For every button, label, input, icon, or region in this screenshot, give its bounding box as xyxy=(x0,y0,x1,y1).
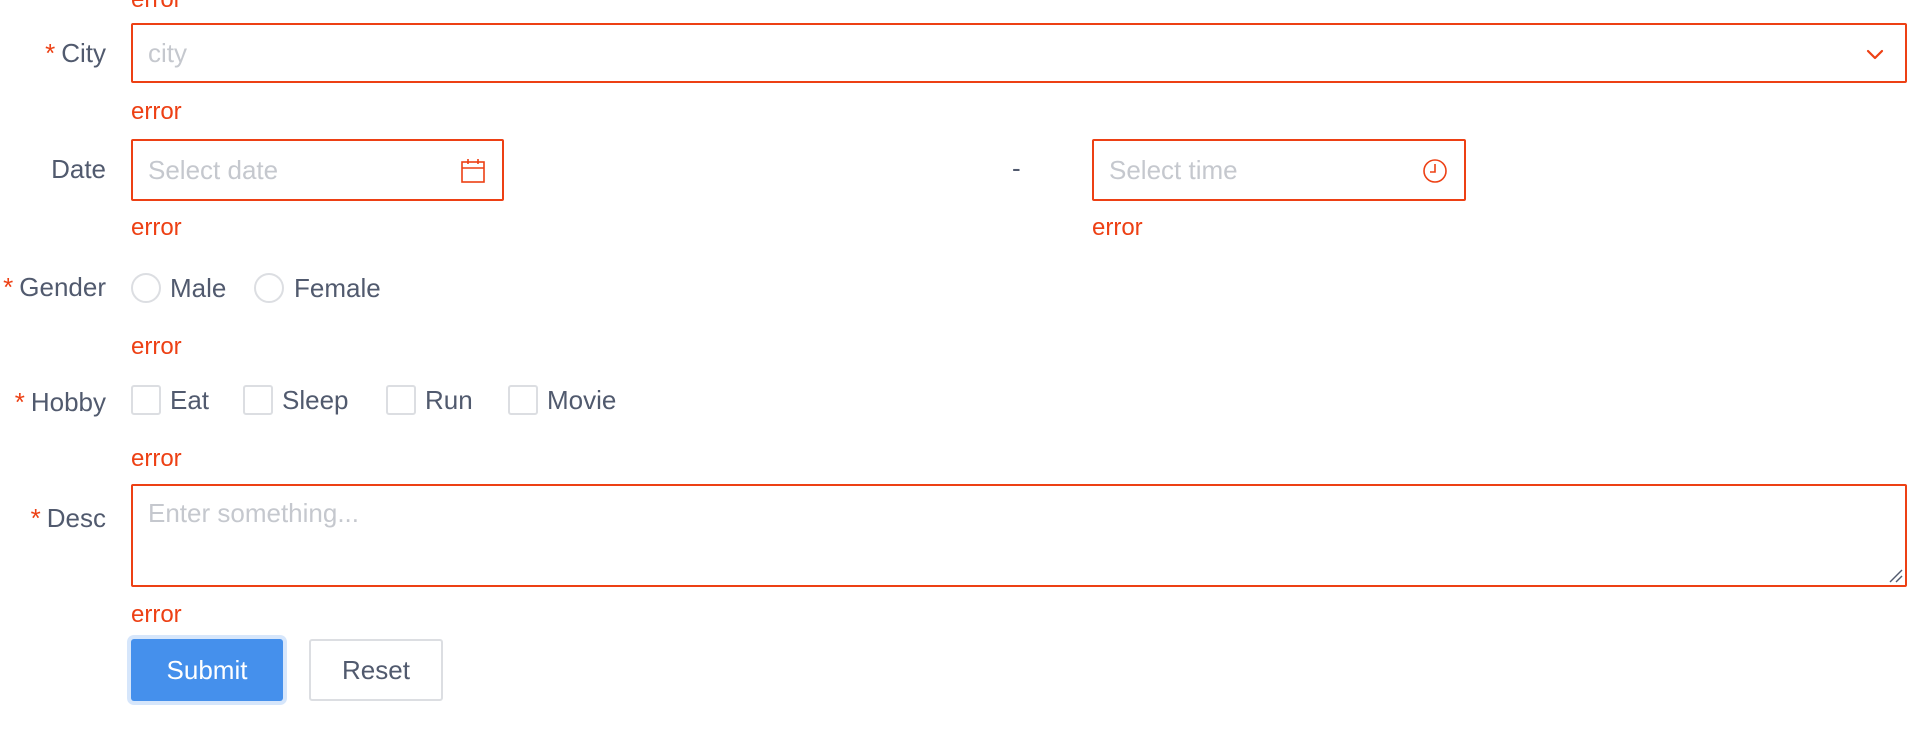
gender-label-text: Gender xyxy=(19,272,106,302)
date-placeholder: Select date xyxy=(148,155,279,185)
date-label: Date xyxy=(51,154,106,184)
radio-male-label[interactable]: Male xyxy=(170,273,226,303)
checkbox-movie[interactable] xyxy=(508,385,538,415)
clock-icon xyxy=(1423,159,1447,183)
hobby-label-text: Hobby xyxy=(30,387,106,417)
resize-handle-icon[interactable] xyxy=(1887,567,1903,583)
city-error: error xyxy=(131,98,182,125)
checkbox-run-label[interactable]: Run xyxy=(425,385,473,415)
date-error: error xyxy=(131,214,182,241)
city-placeholder: city xyxy=(148,38,187,68)
radio-female-label[interactable]: Female xyxy=(294,273,381,303)
required-marker: * xyxy=(3,272,14,302)
desc-label: * Desc xyxy=(31,503,106,533)
desc-error: error xyxy=(131,601,182,628)
city-select[interactable]: city xyxy=(131,23,1907,83)
required-marker: * xyxy=(14,387,25,417)
hobby-label: * Hobby xyxy=(15,387,106,417)
gender-error: error xyxy=(131,333,182,360)
required-marker: * xyxy=(45,38,56,68)
calendar-icon xyxy=(461,159,485,183)
date-time-separator: - xyxy=(1012,153,1021,183)
checkbox-run[interactable] xyxy=(386,385,416,415)
city-label: * City xyxy=(45,38,106,68)
required-marker: * xyxy=(30,503,41,533)
gender-label: * Gender xyxy=(3,272,106,302)
time-picker[interactable]: Select time xyxy=(1092,139,1466,201)
reset-button[interactable]: Reset xyxy=(309,639,443,701)
time-placeholder: Select time xyxy=(1109,155,1238,185)
checkbox-eat-label[interactable]: Eat xyxy=(170,385,209,415)
desc-label-text: Desc xyxy=(46,503,106,533)
chevron-down-icon xyxy=(1866,49,1884,60)
date-picker[interactable]: Select date xyxy=(131,139,504,201)
time-error: error xyxy=(1092,214,1143,241)
checkbox-sleep[interactable] xyxy=(243,385,273,415)
desc-textarea[interactable]: Enter something... xyxy=(131,484,1907,587)
previous-field-error: error xyxy=(131,0,182,14)
radio-female[interactable] xyxy=(254,273,284,303)
checkbox-eat[interactable] xyxy=(131,385,161,415)
radio-male[interactable] xyxy=(131,273,161,303)
form-container: error *City city error Date Select date … xyxy=(0,0,1920,746)
city-label-text: City xyxy=(61,38,106,68)
submit-button[interactable]: Submit xyxy=(131,639,283,701)
checkbox-movie-label[interactable]: Movie xyxy=(547,385,616,415)
desc-placeholder: Enter something... xyxy=(148,498,359,528)
hobby-error: error xyxy=(131,445,182,472)
checkbox-sleep-label[interactable]: Sleep xyxy=(282,385,349,415)
